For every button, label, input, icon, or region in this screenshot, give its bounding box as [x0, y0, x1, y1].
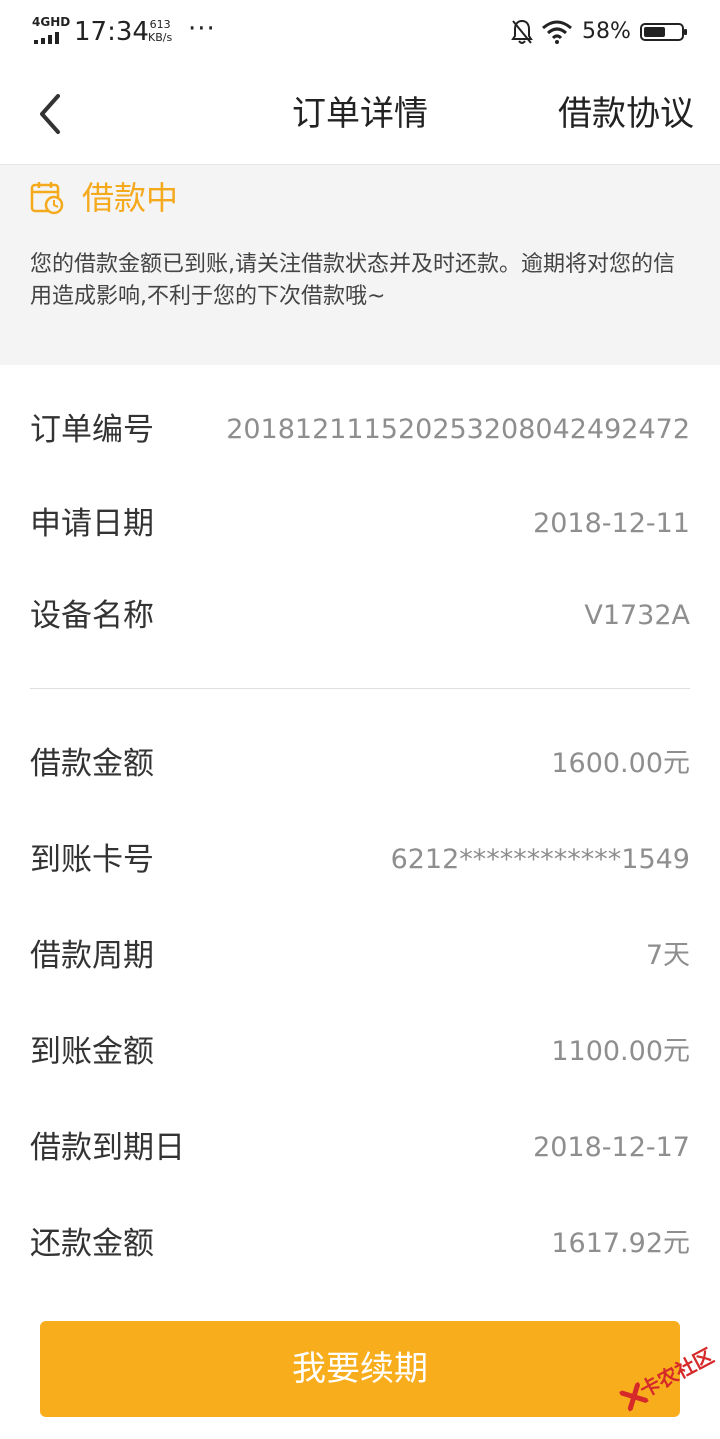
renew-button[interactable]: 我要续期 [40, 1321, 680, 1417]
row-label: 借款周期 [30, 938, 154, 974]
clock: 17:34 [74, 17, 149, 47]
row-value: 2018-12-17 [533, 1132, 690, 1163]
network-speed: 613 KB/s [148, 18, 172, 44]
battery-percent: 58% [582, 19, 631, 44]
divider [30, 688, 690, 689]
row-value: 6212************1549 [390, 844, 690, 875]
nav-bar: 订单详情 借款协议 [0, 64, 720, 165]
network-type: 4GHD [32, 15, 71, 29]
row-label: 借款金额 [30, 746, 154, 782]
loan-agreement-link[interactable]: 借款协议 [558, 92, 694, 136]
row-apply-date: 申请日期 2018-12-11 [0, 494, 720, 554]
row-card-number: 到账卡号 6212************1549 [0, 830, 720, 890]
row-received-amount: 到账金额 1100.00元 [0, 1022, 720, 1082]
row-value: 201812111520253208042492472 [226, 414, 690, 445]
status-label: 借款中 [82, 179, 179, 217]
row-label: 借款到期日 [30, 1130, 185, 1166]
row-label: 到账金额 [30, 1034, 154, 1070]
row-loan-period: 借款周期 7天 [0, 926, 720, 986]
row-value: 1600.00元 [551, 748, 690, 779]
row-value: 2018-12-11 [533, 508, 690, 539]
wifi-icon [542, 20, 572, 44]
more-notifications-icon: ··· [188, 14, 216, 44]
row-label: 订单编号 [30, 412, 154, 448]
loan-status: 借款中 [30, 173, 178, 223]
battery-icon [640, 23, 687, 41]
row-label: 到账卡号 [30, 842, 154, 878]
row-value: 7天 [645, 940, 690, 971]
status-notice: 您的借款金额已到账,请关注借款状态并及时还款。逾期将对您的信用造成影响,不利于您… [30, 252, 675, 309]
row-label: 设备名称 [30, 598, 154, 634]
row-device-name: 设备名称 V1732A [0, 586, 720, 646]
status-banner: 借款中 您的借款金额已到账,请关注借款状态并及时还款。逾期将对您的信用造成影响,… [0, 165, 720, 365]
status-bar: 4GHD 17:34 613 KB/s ··· 58% [0, 0, 720, 64]
row-value: 1100.00元 [551, 1036, 690, 1067]
watermark-text: 卡农社区 [635, 1343, 718, 1403]
row-label: 还款金额 [30, 1226, 154, 1262]
row-label: 申请日期 [30, 506, 154, 542]
signal-icon: 4GHD [32, 15, 71, 44]
row-loan-amount: 借款金额 1600.00元 [0, 734, 720, 794]
row-due-date: 借款到期日 2018-12-17 [0, 1118, 720, 1178]
bell-muted-icon [511, 19, 533, 44]
row-order-number: 订单编号 201812111520253208042492472 [0, 400, 720, 460]
renew-button-label: 我要续期 [292, 1349, 428, 1389]
speed-unit: KB/s [148, 31, 173, 44]
row-value: V1732A [584, 600, 690, 631]
row-repay-amount: 还款金额 1617.92元 [0, 1214, 720, 1274]
row-value: 1617.92元 [551, 1228, 690, 1259]
speed-value: 613 [149, 18, 171, 31]
calendar-clock-icon [30, 182, 64, 215]
